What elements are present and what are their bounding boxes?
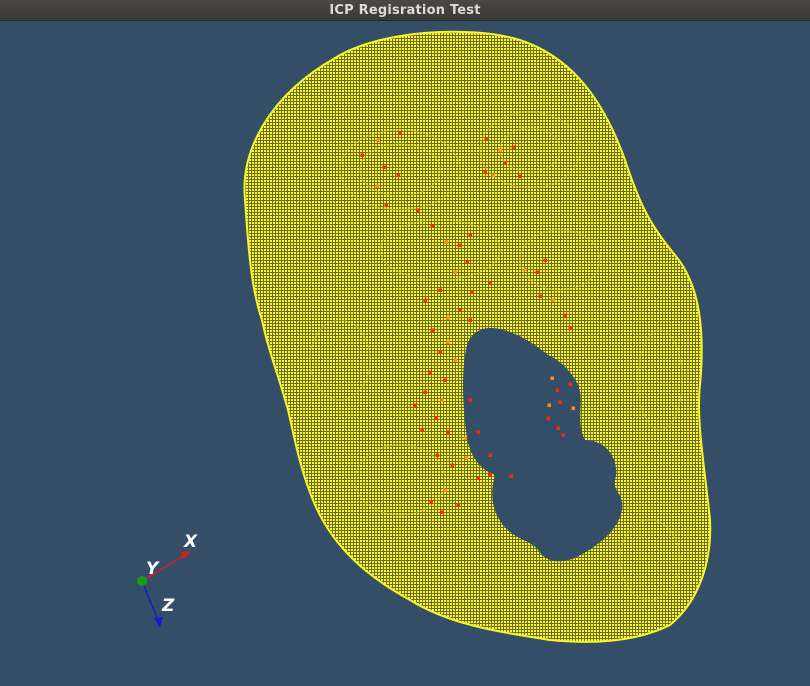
source-point xyxy=(444,240,448,244)
source-point xyxy=(547,403,551,407)
source-point xyxy=(571,406,575,410)
z-axis-line xyxy=(141,580,159,621)
source-point xyxy=(428,370,432,374)
z-axis-arrow-icon xyxy=(154,617,163,628)
source-point xyxy=(476,476,480,480)
window-titlebar[interactable]: ICP Regisration Test xyxy=(0,0,810,21)
source-point xyxy=(488,453,492,457)
source-point xyxy=(382,165,386,169)
source-point xyxy=(483,170,487,174)
source-point xyxy=(538,294,542,298)
source-point xyxy=(375,184,379,188)
source-point xyxy=(463,436,467,440)
source-point xyxy=(446,340,450,344)
3d-viewport[interactable]: X Y Z xyxy=(0,21,810,686)
source-point xyxy=(429,500,433,504)
source-point xyxy=(468,318,472,322)
source-point xyxy=(563,313,567,317)
source-point xyxy=(511,145,515,149)
source-point xyxy=(423,298,427,302)
source-point xyxy=(443,488,447,492)
orientation-axes-widget: X Y Z xyxy=(137,532,198,628)
source-point xyxy=(551,298,555,302)
source-point xyxy=(456,503,460,507)
source-point xyxy=(413,403,417,407)
source-point xyxy=(376,138,380,142)
source-point xyxy=(509,474,513,478)
source-point xyxy=(484,137,488,141)
source-point xyxy=(470,290,474,294)
source-point xyxy=(450,463,454,467)
source-point xyxy=(546,416,550,420)
source-point xyxy=(523,267,527,271)
x-axis-label: X xyxy=(183,532,198,552)
source-point xyxy=(518,174,522,178)
source-point xyxy=(491,173,495,177)
source-point xyxy=(503,161,507,165)
z-axis-label: Z xyxy=(161,596,175,616)
window-title: ICP Regisration Test xyxy=(329,2,481,18)
source-point xyxy=(458,308,462,312)
source-point xyxy=(468,398,472,402)
source-point xyxy=(555,388,559,392)
source-point xyxy=(498,148,502,152)
source-point xyxy=(453,358,457,362)
source-point xyxy=(568,382,572,386)
point-cloud-canvas[interactable]: X Y Z xyxy=(0,21,810,686)
source-point xyxy=(446,316,450,320)
source-point xyxy=(440,398,444,402)
source-point xyxy=(430,328,434,332)
source-point xyxy=(446,430,450,434)
source-point xyxy=(434,416,438,420)
source-point xyxy=(476,430,480,434)
source-point xyxy=(430,224,434,228)
source-point xyxy=(488,472,492,476)
source-point xyxy=(556,426,560,430)
source-point xyxy=(457,243,461,247)
source-point xyxy=(550,376,554,380)
source-point xyxy=(423,390,427,394)
source-point xyxy=(416,208,420,212)
source-point xyxy=(543,258,547,262)
source-point xyxy=(535,270,539,274)
source-point xyxy=(468,233,472,237)
y-axis-label: Y xyxy=(146,559,160,579)
source-point xyxy=(464,456,468,460)
source-point xyxy=(568,326,572,330)
source-point xyxy=(440,510,444,514)
source-point xyxy=(561,433,565,437)
source-point xyxy=(360,153,364,157)
source-point xyxy=(453,270,457,274)
source-point xyxy=(438,288,442,292)
source-point xyxy=(396,173,400,177)
target-point-cloud xyxy=(243,30,712,643)
source-point xyxy=(435,453,439,457)
source-point xyxy=(420,428,424,432)
source-point xyxy=(384,203,388,207)
source-point xyxy=(443,378,447,382)
source-point xyxy=(488,281,492,285)
source-point xyxy=(465,260,469,264)
source-point xyxy=(438,350,442,354)
source-point xyxy=(558,400,562,404)
source-point xyxy=(398,131,402,135)
